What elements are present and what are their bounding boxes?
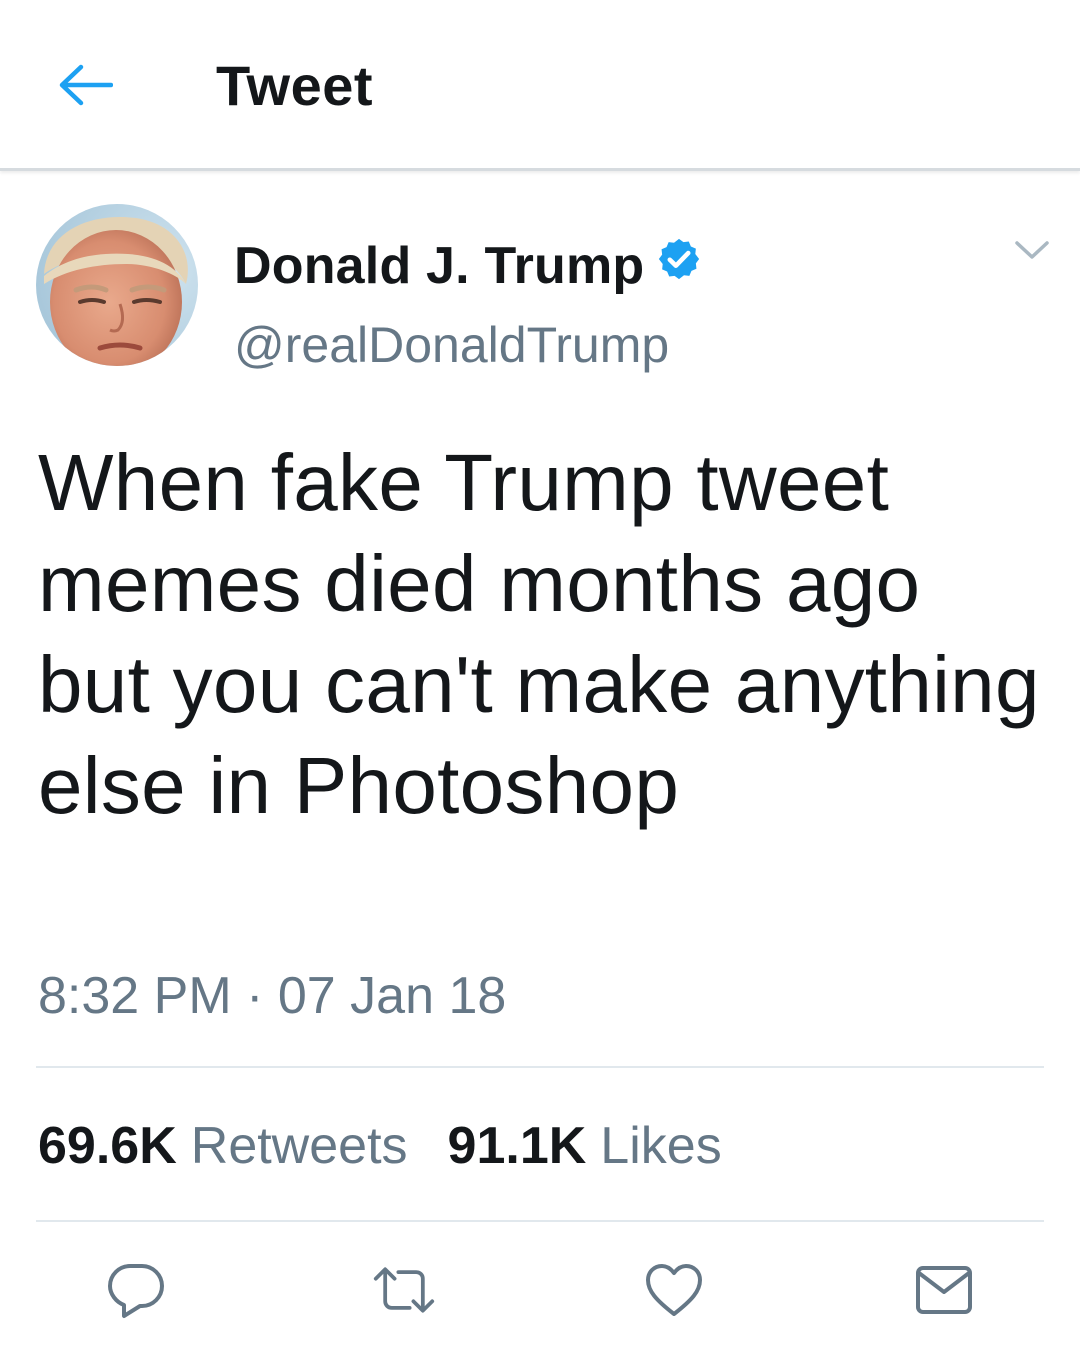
page-title: Tweet bbox=[216, 54, 374, 117]
retweet-button[interactable] bbox=[372, 1258, 436, 1322]
likes-count[interactable]: 91.1K bbox=[448, 1114, 587, 1178]
tweet-text: When fake Trump tweet memes died months … bbox=[38, 438, 1040, 830]
chevron-down-icon bbox=[1015, 241, 1049, 259]
back-button[interactable] bbox=[52, 52, 118, 118]
avatar[interactable] bbox=[36, 204, 198, 366]
top-bar: Tweet bbox=[0, 0, 1080, 171]
reply-icon bbox=[108, 1264, 164, 1318]
like-button[interactable] bbox=[642, 1258, 706, 1322]
direct-message-button[interactable] bbox=[912, 1258, 976, 1322]
like-icon bbox=[646, 1264, 702, 1316]
divider bbox=[36, 1220, 1044, 1222]
author-handle[interactable]: @realDonaldTrump bbox=[234, 314, 669, 376]
divider bbox=[36, 1066, 1044, 1068]
arrow-left-icon bbox=[59, 64, 113, 106]
reply-button[interactable] bbox=[104, 1258, 168, 1322]
share-message-icon bbox=[916, 1266, 972, 1314]
tweet-stats: 69.6K Retweets 91.1K Likes bbox=[38, 1114, 722, 1178]
likes-label[interactable]: Likes bbox=[600, 1114, 721, 1178]
verified-badge-icon bbox=[659, 238, 700, 280]
author-display-name[interactable]: Donald J. Trump bbox=[234, 234, 644, 298]
tweet-menu-button[interactable] bbox=[1012, 232, 1052, 268]
author-name-row[interactable]: Donald J. Trump bbox=[234, 234, 702, 298]
retweet-icon bbox=[373, 1267, 435, 1313]
tweet-timestamp: 8:32 PM · 07 Jan 18 bbox=[38, 967, 507, 1025]
retweets-count[interactable]: 69.6K bbox=[38, 1114, 177, 1178]
profile-photo bbox=[36, 204, 198, 366]
retweets-label[interactable]: Retweets bbox=[191, 1114, 408, 1178]
